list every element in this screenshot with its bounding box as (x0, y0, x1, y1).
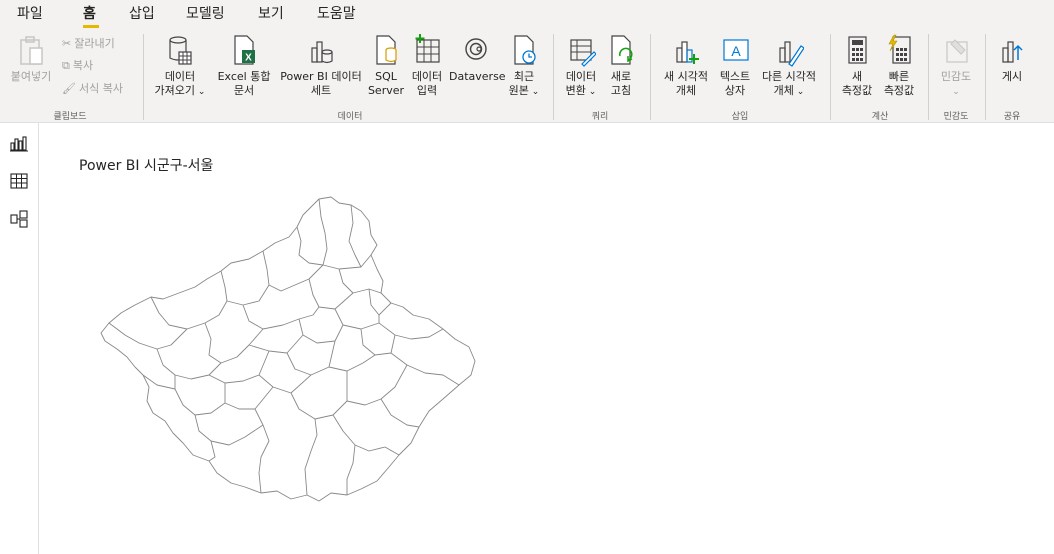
svg-text:X: X (245, 53, 252, 64)
ribbon-divider (143, 34, 144, 120)
chevron-down-icon: ⌄ (528, 87, 540, 97)
report-view-icon[interactable] (9, 133, 29, 153)
tab-insert[interactable]: 삽입 (129, 3, 155, 23)
calculator-icon (848, 36, 867, 64)
refresh-button[interactable]: 새로 고침 (604, 34, 638, 98)
more-visuals-icon (779, 41, 804, 67)
svg-text:A: A (731, 43, 741, 59)
transform-icon (570, 39, 596, 67)
excel-workbook-button[interactable]: X Excel 통합 문서 (216, 34, 272, 98)
new-measure-button[interactable]: 새 측정값 (836, 34, 878, 98)
format-painter-button[interactable]: 🖌 서식 복사 (62, 81, 123, 97)
publish-icon (1002, 41, 1023, 63)
paste-icon (20, 36, 43, 65)
quick-measure-button[interactable]: 빠른 측정값 (878, 34, 920, 98)
ribbon-divider (928, 34, 929, 120)
recent-icon (514, 35, 536, 65)
group-label-clipboard: 클립보드 (53, 112, 87, 122)
group-label-data: 데이터 (337, 112, 363, 122)
menu-bar: 파일 홈 삽입 모델링 보기 도움말 (0, 0, 1054, 30)
visual-title: Power BI 시군구-서울 (79, 158, 214, 174)
group-label-insert: 삽입 (731, 112, 749, 122)
data-view-icon[interactable] (9, 171, 29, 191)
model-view-icon[interactable] (9, 209, 29, 229)
tab-home[interactable]: 홈 (83, 3, 96, 23)
text-box-icon: A (723, 39, 749, 61)
table-add-icon (415, 34, 440, 63)
active-tab-indicator (83, 25, 99, 28)
recent-sources-button[interactable]: 최근 원본 ⌄ (504, 34, 544, 99)
ribbon-divider (553, 34, 554, 120)
ribbon-divider (985, 34, 986, 120)
chevron-down-icon: ⌄ (952, 87, 960, 97)
enter-data-button[interactable]: 데이터 입력 (406, 34, 448, 98)
group-label-calculations: 계산 (871, 112, 889, 122)
seoul-district-map[interactable] (99, 189, 479, 509)
sql-server-button[interactable]: SQL Server (366, 34, 406, 98)
tab-modeling[interactable]: 모델링 (186, 3, 225, 23)
cut-button[interactable]: ✂ 잘라내기 (62, 36, 115, 52)
ribbon: 붙여넣기 ✂ 잘라내기 ⧉ 복사 🖌 서식 복사 클립보드 데이터 가져오기 ⌄ X … (0, 30, 1054, 123)
report-canvas[interactable]: Power BI 시군구-서울 (39, 123, 1054, 554)
transform-data-button[interactable]: 데이터 변환 ⌄ (560, 34, 602, 99)
excel-icon: X (234, 35, 255, 65)
copy-button[interactable]: ⧉ 복사 (62, 58, 93, 74)
tab-view[interactable]: 보기 (258, 3, 284, 23)
dataverse-button[interactable]: Dataverse (449, 34, 506, 84)
group-label-sensitivity: 민감도 (943, 112, 969, 122)
paste-button[interactable]: 붙여넣기 (4, 34, 58, 84)
chevron-down-icon: ⌄ (793, 87, 805, 97)
tab-file[interactable]: 파일 (17, 3, 43, 23)
get-data-button[interactable]: 데이터 가져오기 ⌄ (152, 34, 208, 99)
ribbon-divider (830, 34, 831, 120)
dataset-icon (311, 41, 333, 64)
publish-button[interactable]: 게시 (990, 34, 1034, 84)
sql-icon (376, 35, 397, 65)
group-label-share: 공유 (1003, 112, 1021, 122)
view-switcher-rail (0, 123, 39, 554)
more-visuals-button[interactable]: 다른 시각적 개체 ⌄ (756, 34, 822, 99)
paste-label: 붙여넣기 (10, 70, 52, 83)
sensitivity-button[interactable]: 민감도 ⌄ (934, 34, 978, 99)
new-visual-icon (676, 41, 699, 64)
new-visual-button[interactable]: 새 시각적 개체 (658, 34, 714, 98)
chevron-down-icon: ⌄ (195, 87, 206, 97)
copy-icon: ⧉ (62, 59, 70, 72)
power-bi-datasets-button[interactable]: Power BI 데이터 세트 (276, 34, 366, 98)
refresh-icon (611, 35, 633, 65)
sensitivity-label-icon (946, 39, 968, 63)
text-box-button[interactable]: A 텍스트 상자 (714, 34, 756, 98)
group-label-query: 쿼리 (591, 112, 609, 122)
chevron-down-icon: ⌄ (585, 87, 597, 97)
paintbrush-icon: 🖌 (62, 82, 76, 95)
database-icon (169, 36, 192, 65)
tab-help[interactable]: 도움말 (317, 3, 356, 23)
dataverse-icon (465, 38, 487, 60)
scissors-icon: ✂ (62, 37, 72, 50)
ribbon-divider (650, 34, 651, 120)
quick-measure-icon (888, 34, 911, 64)
